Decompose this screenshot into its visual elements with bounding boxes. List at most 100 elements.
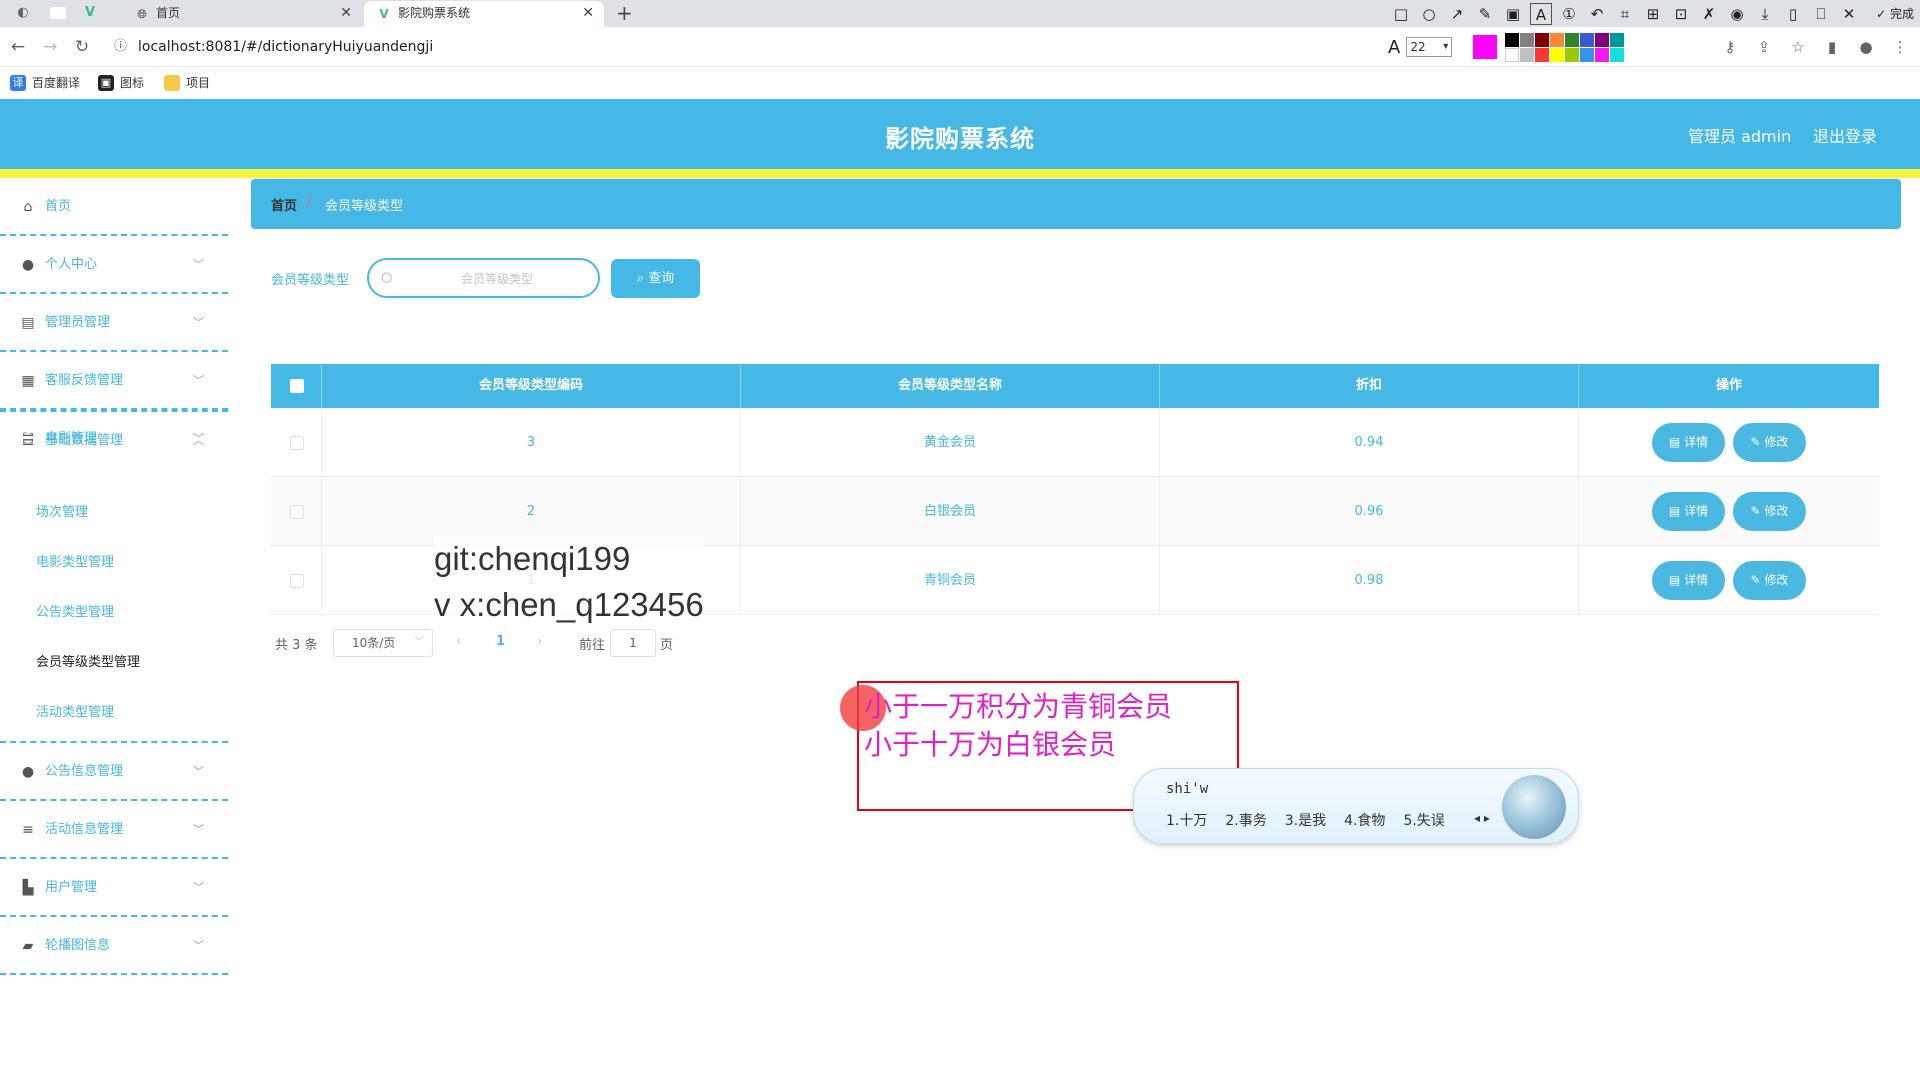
sidebar-sub-activity-types[interactable]: 活动类型管理	[36, 703, 114, 723]
pin-icon[interactable]: ✗	[1698, 3, 1720, 25]
edit-button[interactable]: ✎ 修改	[1733, 492, 1806, 531]
share-icon[interactable]: ⇪	[1754, 36, 1774, 58]
ime-candidate[interactable]: 5.失误	[1403, 810, 1444, 830]
color-swatch[interactable]	[1595, 48, 1609, 62]
ocr-icon[interactable]: ⊡	[1670, 3, 1692, 25]
color-swatch[interactable]	[1550, 48, 1564, 62]
sidebar-item-carousel[interactable]: ▰ 轮播图信息 ﹀	[0, 917, 228, 975]
bookmark-project[interactable]: 项目	[164, 73, 210, 93]
color-swatch[interactable]	[1505, 33, 1519, 47]
back-icon[interactable]: ←	[7, 36, 29, 58]
sidebar-item-admin[interactable]: ▤ 管理员管理 ﹀	[0, 294, 228, 352]
row-checkbox[interactable]	[290, 505, 304, 519]
close-icon[interactable]: ✕	[340, 1, 352, 25]
ellipse-tool-icon[interactable]: ○	[1418, 3, 1440, 25]
color-swatch[interactable]	[1520, 33, 1534, 47]
ime-candidate[interactable]: 1.十万	[1166, 810, 1207, 830]
pencil-tool-icon[interactable]: ✎	[1474, 3, 1496, 25]
vue-tab-icon[interactable]: V	[82, 5, 98, 21]
page-size-select[interactable]: 10条/页 ﹀	[333, 629, 433, 657]
sidebar-sub-notice-types[interactable]: 公告类型管理	[36, 603, 114, 623]
info-icon[interactable]: ⓘ	[114, 32, 127, 62]
bookmark-icon[interactable]: ⎕	[1810, 3, 1832, 25]
kebab-menu-icon[interactable]: ⋮	[1890, 36, 1910, 58]
sidebar-item-notices[interactable]: ● 公告信息管理 ﹀	[0, 743, 228, 801]
rectangle-tool-icon[interactable]: □	[1390, 3, 1412, 25]
url-field[interactable]: ⓘ localhost:8081/#/dictionaryHuiyuandeng…	[106, 32, 1366, 62]
column-header: 会员等级类型编码	[322, 364, 741, 408]
ime-candidate[interactable]: 2.事务	[1225, 810, 1266, 830]
forward-icon[interactable]: →	[39, 36, 61, 58]
detail-button[interactable]: ▤ 详情	[1652, 423, 1725, 462]
cancel-icon[interactable]: ✕	[1838, 3, 1860, 25]
color-swatch[interactable]	[1565, 48, 1579, 62]
undo-icon[interactable]: ↶	[1586, 3, 1608, 25]
ime-page-arrows-icon[interactable]: ◂ ▸	[1474, 811, 1490, 825]
ime-candidate[interactable]: 3.是我	[1285, 810, 1326, 830]
reload-icon[interactable]: ↻	[71, 36, 93, 58]
mosaic-tool-icon[interactable]: ▣	[1502, 3, 1524, 25]
edit-button[interactable]: ✎ 修改	[1733, 423, 1806, 462]
goto-page-input[interactable]: 1	[610, 629, 656, 657]
edit-button[interactable]: ✎ 修改	[1733, 561, 1806, 600]
row-checkbox[interactable]	[290, 574, 304, 588]
translate-icon[interactable]: ⊞	[1642, 3, 1664, 25]
detail-button[interactable]: ▤ 详情	[1652, 561, 1725, 600]
phone-icon[interactable]: ▯	[1782, 3, 1804, 25]
query-button[interactable]: ⌕ 查询	[611, 259, 700, 298]
color-swatch[interactable]	[1550, 33, 1564, 47]
browser-menu-icon[interactable]: ◐	[15, 5, 31, 21]
color-swatch[interactable]	[1595, 33, 1609, 47]
logout-link[interactable]: 退出登录	[1813, 123, 1877, 147]
sidebar-item-home[interactable]: ⌂ 首页	[0, 178, 228, 236]
color-swatch[interactable]	[1580, 48, 1594, 62]
sidebar-item-activities[interactable]: ≡ 活动信息管理 ﹀	[0, 801, 228, 859]
sidepanel-icon[interactable]: ▮	[1822, 36, 1842, 58]
arrow-tool-icon[interactable]: ↗	[1446, 3, 1468, 25]
color-swatch[interactable]	[1565, 33, 1579, 47]
font-size-select[interactable]: 22	[1406, 37, 1453, 57]
breadcrumb-home[interactable]: 首页	[271, 195, 297, 214]
ime-candidate[interactable]: 4.食物	[1344, 810, 1385, 830]
color-swatch[interactable]	[1520, 48, 1534, 62]
done-button[interactable]: ✓ 完成	[1876, 3, 1914, 25]
annotation-line: 小于十万为白银会员	[864, 728, 1117, 761]
next-page-icon[interactable]: ›	[537, 634, 542, 649]
current-color-swatch[interactable]	[1473, 35, 1497, 59]
crop-icon[interactable]: ⌗	[1614, 3, 1636, 25]
record-icon[interactable]: ◉	[1726, 3, 1748, 25]
sidebar-sub-showtimes[interactable]: 场次管理	[36, 503, 88, 523]
sidebar-sub-movie-types[interactable]: 电影类型管理	[36, 553, 114, 573]
bookmark-baidu-translate[interactable]: 译 百度翻译	[10, 73, 80, 93]
blank-tab-icon[interactable]	[50, 7, 66, 19]
text-tool-icon[interactable]: A	[1530, 3, 1552, 25]
sidebar-item-basic-data[interactable]: ☰ 基础数据管理 ︿	[0, 410, 228, 468]
search-input[interactable]	[407, 268, 587, 290]
tab-home[interactable]: 🌐︎ 首页 ✕	[122, 1, 362, 27]
sidebar-item-personal-center[interactable]: ● 个人中心 ﹀	[0, 236, 228, 294]
detail-button[interactable]: ▤ 详情	[1652, 492, 1725, 531]
color-swatch[interactable]	[1505, 48, 1519, 62]
sidebar-sub-member-levels[interactable]: 会员等级类型管理	[36, 653, 140, 673]
prev-page-icon[interactable]: ‹	[456, 634, 461, 649]
row-checkbox[interactable]	[290, 436, 304, 450]
color-swatch[interactable]	[1535, 33, 1549, 47]
page-number[interactable]: 1	[496, 634, 505, 649]
close-icon[interactable]: ✕	[582, 1, 594, 25]
sidebar-item-feedback[interactable]: ▦ 客服反馈管理 ﹀	[0, 352, 228, 410]
download-icon[interactable]: ⤓	[1754, 3, 1776, 25]
select-all-checkbox[interactable]	[290, 379, 304, 393]
color-swatch[interactable]	[1580, 33, 1594, 47]
tab-cinema[interactable]: V 影院购票系统 ✕	[364, 1, 604, 27]
star-icon[interactable]: ☆	[1788, 36, 1808, 58]
color-swatch[interactable]	[1610, 48, 1624, 62]
profile-icon[interactable]: ●	[1856, 36, 1876, 58]
annotation-text[interactable]: 小于一万积分为青铜会员 小于十万为白银会员	[864, 688, 1172, 764]
key-icon[interactable]: ⚷	[1720, 36, 1740, 58]
color-swatch[interactable]	[1610, 33, 1624, 47]
sidebar-item-users[interactable]: ▙ 用户管理 ﹀	[0, 859, 228, 917]
color-swatch[interactable]	[1535, 48, 1549, 62]
number-tool-icon[interactable]: ①	[1558, 3, 1580, 25]
new-tab-button[interactable]: +	[616, 0, 633, 26]
bookmark-icons[interactable]: ▣ 图标	[98, 73, 144, 93]
